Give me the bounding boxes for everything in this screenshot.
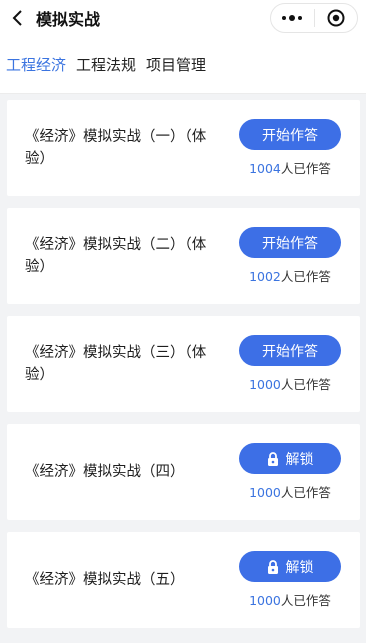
tab-engineering-regulations[interactable]: 工程法规 <box>76 54 136 75</box>
start-answer-button[interactable]: 开始作答 <box>239 227 341 258</box>
exam-actions: 开始作答 1002人已作答 <box>238 227 342 285</box>
exam-card: 《经济》模拟实战（一）（体验） 开始作答 1004人已作答 <box>7 100 360 196</box>
participant-count: 1004人已作答 <box>249 158 331 177</box>
count-suffix: 人已作答 <box>280 485 331 500</box>
nav-bar: 模拟实战 <box>0 0 366 36</box>
unlock-button[interactable]: 解锁 <box>239 443 341 474</box>
button-label: 开始作答 <box>262 126 318 143</box>
count-number: 1000 <box>249 377 281 392</box>
more-button[interactable] <box>271 4 314 32</box>
button-label: 解锁 <box>285 558 314 575</box>
count-suffix: 人已作答 <box>280 269 331 284</box>
lock-icon <box>267 451 279 466</box>
exam-title: 《经济》模拟实战（一）（体验） <box>25 129 207 167</box>
exam-list: 《经济》模拟实战（一）（体验） 开始作答 1004人已作答 《经济》模拟实战（二… <box>0 94 366 628</box>
subject-tabs: 工程经济 工程法规 项目管理 <box>0 36 366 94</box>
exam-title: 《经济》模拟实战（三）（体验） <box>25 345 207 383</box>
count-suffix: 人已作答 <box>280 161 331 176</box>
tab-engineering-economics[interactable]: 工程经济 <box>6 54 66 75</box>
close-button[interactable] <box>315 4 358 32</box>
button-label: 开始作答 <box>262 342 318 359</box>
count-number: 1000 <box>249 593 281 608</box>
exam-card: 《经济》模拟实战（五） 解锁 1000人已作答 <box>7 532 360 628</box>
exam-card: 《经济》模拟实战（四） 解锁 1000人已作答 <box>7 424 360 520</box>
count-number: 1004 <box>249 161 281 176</box>
count-suffix: 人已作答 <box>280 593 331 608</box>
exam-card: 《经济》模拟实战（三）（体验） 开始作答 1000人已作答 <box>7 316 360 412</box>
participant-count: 1000人已作答 <box>249 374 331 393</box>
button-label: 解锁 <box>285 450 314 467</box>
capsule-menu <box>270 3 358 33</box>
exam-title: 《经济》模拟实战（二）（体验） <box>25 237 207 275</box>
page-title: 模拟实战 <box>36 10 101 29</box>
count-suffix: 人已作答 <box>280 377 331 392</box>
target-close-icon <box>327 9 345 27</box>
exam-title: 《经济》模拟实战（四） <box>25 464 185 480</box>
chevron-left-icon <box>12 10 22 26</box>
exam-card: 《经济》模拟实战（二）（体验） 开始作答 1002人已作答 <box>7 208 360 304</box>
participant-count: 1000人已作答 <box>249 590 331 609</box>
count-number: 1002 <box>249 269 281 284</box>
start-answer-button[interactable]: 开始作答 <box>239 119 341 150</box>
exam-actions: 解锁 1000人已作答 <box>238 443 342 501</box>
unlock-button[interactable]: 解锁 <box>239 551 341 582</box>
tab-project-management[interactable]: 项目管理 <box>146 54 206 75</box>
exam-title: 《经济》模拟实战（五） <box>25 572 185 588</box>
exam-actions: 开始作答 1000人已作答 <box>238 335 342 393</box>
participant-count: 1000人已作答 <box>249 482 331 501</box>
lock-icon <box>267 559 279 574</box>
exam-actions: 开始作答 1004人已作答 <box>238 119 342 177</box>
button-label: 开始作答 <box>262 234 318 251</box>
count-number: 1000 <box>249 485 281 500</box>
back-button[interactable] <box>2 0 32 36</box>
participant-count: 1002人已作答 <box>249 266 331 285</box>
more-dots-icon <box>282 15 303 21</box>
start-answer-button[interactable]: 开始作答 <box>239 335 341 366</box>
exam-actions: 解锁 1000人已作答 <box>238 551 342 609</box>
